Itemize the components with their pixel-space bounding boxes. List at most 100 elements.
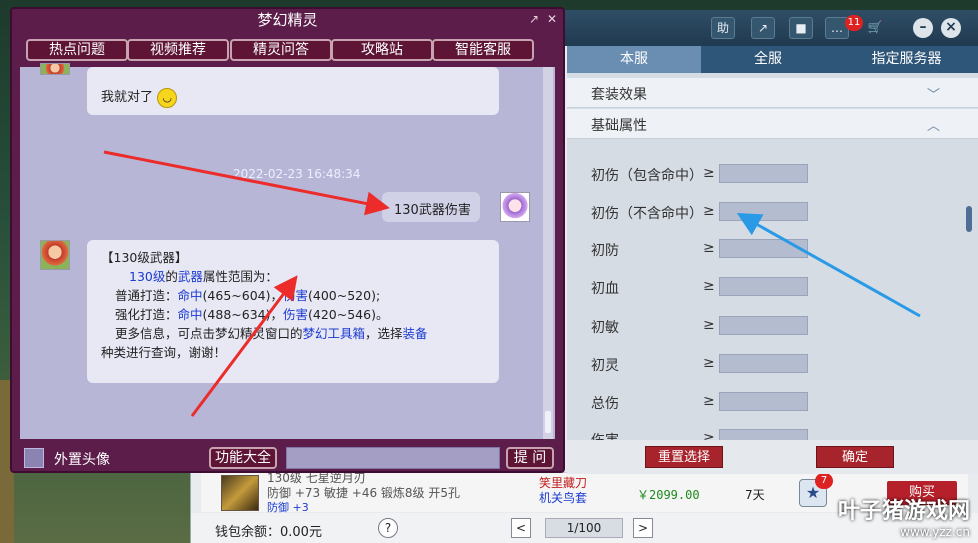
chat-scrollbar[interactable] <box>543 67 553 439</box>
reply-fragment: (488~634)， <box>202 307 283 322</box>
item-set[interactable]: 机关鸟套 <box>539 489 587 506</box>
helper-button[interactable]: 助 <box>711 17 735 39</box>
chat-messages: 我就对了 ◡ 2022-02-23 16:48:34 130武器伤害 【130级… <box>20 63 555 439</box>
equipment-link[interactable]: 装备 <box>403 326 428 341</box>
close-icon[interactable]: ✕ <box>547 12 557 26</box>
reply-fragment: 的 <box>165 269 178 284</box>
watermark-title: 叶子猪游戏网 <box>837 499 970 524</box>
expand-icon[interactable]: ↗ <box>529 12 539 26</box>
filter-panel: 本服 全服 指定服务器 套装效果 ﹀ 基础属性 ︿ 初伤（包含命中） ≥ 初伤（… <box>567 46 978 474</box>
cart-icon[interactable]: 🛒 <box>863 17 887 39</box>
reply-link: 130级 <box>129 269 166 284</box>
section-set-effect[interactable]: 套装效果 ﹀ <box>567 78 978 108</box>
filter-input[interactable] <box>719 392 808 411</box>
next-page-button[interactable]: > <box>633 518 653 538</box>
help-button[interactable]: ? <box>378 518 398 538</box>
reply-link: 伤害 <box>282 288 308 303</box>
weapon-icon <box>221 475 259 511</box>
ge-symbol: ≥ <box>703 355 715 371</box>
reply-link: 命中 <box>177 307 203 322</box>
message-badge: 11 <box>845 15 863 31</box>
reply-fragment: 种类进行查询，谢谢！ <box>101 345 227 360</box>
item-price: ￥2099.00 <box>637 488 700 502</box>
reply-fragment: 普通打造： <box>115 288 178 303</box>
filter-row: 初血 ≥ <box>591 276 891 298</box>
nav-service[interactable]: 智能客服 <box>432 39 534 61</box>
ge-symbol: ≥ <box>703 430 715 440</box>
filter-row: 总伤 ≥ <box>591 391 891 413</box>
filter-input[interactable] <box>719 354 808 373</box>
filter-row: 初伤（包含命中） ≥ <box>591 163 891 185</box>
close-icon[interactable]: × <box>941 18 961 38</box>
scroll-thumb[interactable] <box>545 411 551 433</box>
ge-symbol: ≥ <box>703 165 715 181</box>
tab-all-servers[interactable]: 全服 <box>701 46 835 73</box>
functions-button[interactable]: 功能大全 <box>209 447 277 469</box>
favorite-badge: 7 <box>815 473 833 489</box>
reply-link: 命中 <box>177 288 203 303</box>
filter-input[interactable] <box>719 164 808 183</box>
item-days: 7天 <box>745 488 765 502</box>
section-label: 基础属性 <box>591 118 647 134</box>
reply-fragment: ，选择 <box>365 326 403 341</box>
npc-reply: 【130级武器】 130级的武器属性范围为： 普通打造：命中(465~604)，… <box>87 240 499 383</box>
reset-button[interactable]: 重置选择 <box>645 446 723 468</box>
section-label: 套装效果 <box>591 87 647 103</box>
prev-page-button[interactable]: < <box>511 518 531 538</box>
question-input[interactable] <box>286 447 500 469</box>
reply-link: 伤害 <box>282 307 308 322</box>
stop-icon[interactable]: ■ <box>789 17 813 39</box>
filter-input[interactable] <box>719 316 808 335</box>
npc-avatar <box>40 63 70 75</box>
filter-row: 初灵 ≥ <box>591 353 891 375</box>
section-base-attr[interactable]: 基础属性 ︿ <box>567 109 978 139</box>
smile-icon: ◡ <box>157 87 178 108</box>
filter-input[interactable] <box>719 277 808 296</box>
reply-link: 武器 <box>177 269 203 284</box>
reply-fragment: 更多信息，可点击梦幻精灵窗口的 <box>115 326 303 341</box>
filter-input[interactable] <box>719 429 808 440</box>
chat-title: 梦幻精灵 <box>257 11 318 29</box>
chat-nav: 热点问题 视频推荐 精灵问答 攻略站 智能客服 <box>12 31 563 67</box>
confirm-button[interactable]: 确定 <box>816 446 894 468</box>
ge-symbol: ≥ <box>703 317 715 333</box>
reply-fragment: (420~546)。 <box>308 307 389 322</box>
reply-fragment: (400~520); <box>308 288 381 303</box>
watermark-url: www.yzz.cn <box>900 525 970 539</box>
reply-fragment: 强化打造： <box>115 307 178 322</box>
ge-symbol: ≥ <box>703 278 715 294</box>
chat-footer: 外置头像 功能大全 提 问 <box>12 439 563 475</box>
ask-button[interactable]: 提 问 <box>506 447 554 469</box>
filter-row: 伤害 ≥ <box>591 428 891 440</box>
filter-input[interactable] <box>719 202 808 221</box>
filter-label: 初血 <box>591 281 619 297</box>
elf-chat-window: 梦幻精灵 ↗ ✕ 热点问题 视频推荐 精灵问答 攻略站 智能客服 我就对了 ◡ … <box>10 7 565 473</box>
reply-fragment: 属性范围为： <box>202 269 278 284</box>
filter-row: 初防 ≥ <box>591 238 891 260</box>
page-indicator: 1/100 <box>545 518 623 538</box>
nav-video[interactable]: 视频推荐 <box>127 39 229 61</box>
reply-fragment: (465~604)， <box>202 288 283 303</box>
user-avatar <box>500 192 530 222</box>
filter-label: 总伤 <box>591 396 619 412</box>
avatar-checkbox[interactable] <box>24 448 44 468</box>
filter-row: 初伤（不含命中） ≥ <box>591 201 891 223</box>
reply-heading: 【130级武器】 <box>101 250 188 265</box>
nav-qa[interactable]: 精灵问答 <box>230 39 332 61</box>
nav-hot-questions[interactable]: 热点问题 <box>26 39 128 61</box>
toolbox-link[interactable]: 梦幻工具箱 <box>303 326 366 341</box>
filter-label: 初伤（不含命中） <box>591 206 703 222</box>
share-icon[interactable]: ↗ <box>751 17 775 39</box>
filter-label: 初防 <box>591 243 619 259</box>
tab-this-server[interactable]: 本服 <box>567 46 701 73</box>
filter-label: 伤害 <box>591 430 619 440</box>
filter-actions: 重置选择 确定 <box>567 440 978 474</box>
npc-message: 我就对了 ◡ <box>87 67 499 115</box>
filter-scrollbar[interactable] <box>966 206 972 232</box>
filter-input[interactable] <box>719 239 808 258</box>
nav-guide[interactable]: 攻略站 <box>331 39 433 61</box>
minimize-icon[interactable]: – <box>913 18 933 38</box>
tab-specific-server[interactable]: 指定服务器 <box>835 46 978 73</box>
reply-text: 【130级武器】 130级的武器属性范围为： 普通打造：命中(465~604)，… <box>101 248 428 362</box>
site-watermark: 叶子猪游戏网 www.yzz.cn <box>838 493 970 539</box>
